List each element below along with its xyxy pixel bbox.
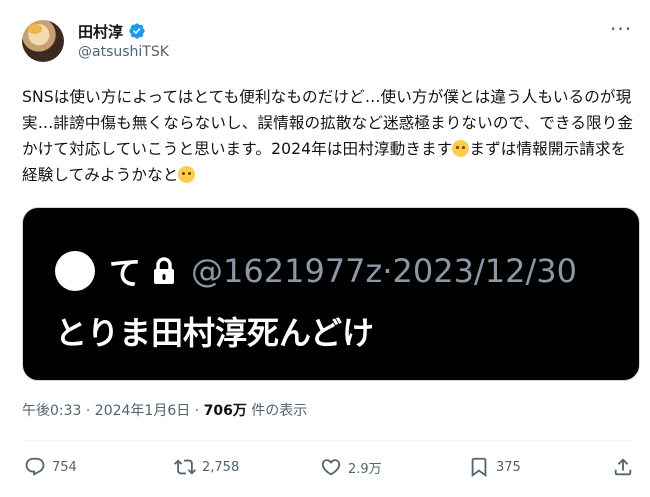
attached-image[interactable]: て @1621977z·2023/12/30 とりま田村淳死んどけ (22, 207, 640, 381)
author-handle[interactable]: @atsushiTSK (78, 44, 169, 60)
tweet-text: SNSは使い方によってはとても便利なものだけど…使い方が僕とは違う人もいるのが現… (22, 84, 634, 188)
like-count: 2.9万 (348, 461, 382, 477)
retweet-count: 2,758 (202, 459, 240, 475)
heart-icon (321, 459, 341, 476)
tweet-header: 田村淳 @atsushiTSK ··· (22, 19, 632, 70)
author-display-name[interactable]: 田村淳 (78, 21, 169, 41)
bookmark-button[interactable]: 375 (468, 452, 521, 482)
lock-icon (154, 257, 175, 284)
share-icon (614, 458, 632, 476)
display-name-text[interactable]: 田村淳 (78, 21, 123, 42)
reply-button[interactable]: 754 (24, 452, 77, 482)
bookmark-icon (471, 457, 487, 478)
media-avatar-circle (55, 251, 95, 291)
retweet-button[interactable]: 2,758 (174, 452, 239, 482)
view-count: 706万 (203, 403, 247, 419)
thinking-face-emoji-icon (178, 166, 196, 183)
like-button[interactable]: 2.9万 (320, 452, 382, 482)
share-button[interactable] (612, 452, 634, 482)
saluting-face-emoji-icon (452, 140, 470, 157)
author-names: 田村淳 @atsushiTSK (78, 21, 169, 61)
more-options-icon[interactable]: ··· (610, 19, 632, 46)
retweet-icon (174, 459, 196, 475)
divider (22, 440, 632, 441)
avatar[interactable] (22, 20, 64, 62)
media-handle-date: @1621977z·2023/12/30 (191, 252, 577, 290)
bookmark-count: 375 (496, 459, 521, 475)
media-body-text: とりま田村淳死んどけ (55, 314, 375, 352)
reply-count: 754 (52, 459, 77, 475)
media-name: て (109, 254, 142, 292)
reply-icon (25, 457, 45, 476)
verified-badge-icon (129, 23, 145, 39)
action-bar: 754 2,758 2.9万 375 (22, 452, 640, 482)
media-header-line: て @1621977z·2023/12/30 (55, 246, 577, 296)
tweet-time[interactable]: 午後0:33 · 2024年1月6日 · (22, 403, 204, 419)
tweet-meta: 午後0:33 · 2024年1月6日 · 706万 件の表示 (22, 400, 307, 420)
view-label: 件の表示 (246, 403, 308, 419)
